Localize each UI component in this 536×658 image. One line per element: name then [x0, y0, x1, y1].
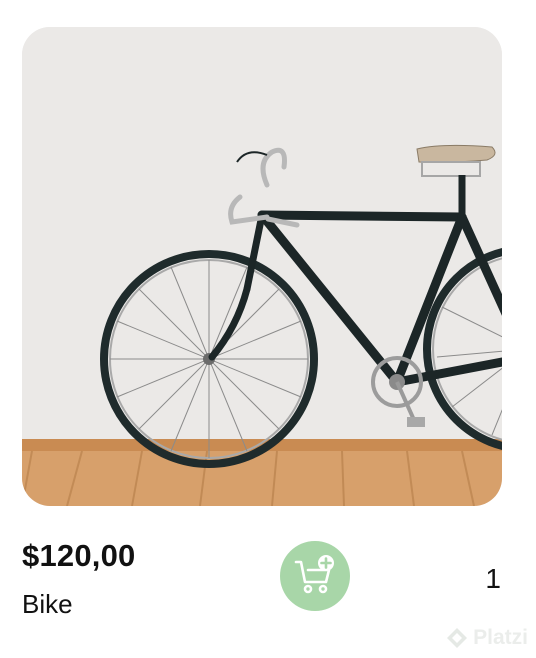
product-card: $120,00 Bike 1 Platzi [0, 0, 536, 658]
watermark-text: Platzi [473, 626, 528, 649]
platzi-logo-icon [447, 628, 468, 648]
add-to-cart-button[interactable] [280, 541, 350, 611]
bicycle-photo [22, 27, 502, 506]
product-name: Bike [22, 589, 73, 619]
product-price: $120,00 [22, 538, 136, 573]
product-image[interactable] [22, 27, 502, 506]
platzi-watermark: Platzi [446, 626, 528, 650]
product-quantity: 1 [485, 563, 501, 594]
cart-plus-icon [294, 555, 334, 594]
